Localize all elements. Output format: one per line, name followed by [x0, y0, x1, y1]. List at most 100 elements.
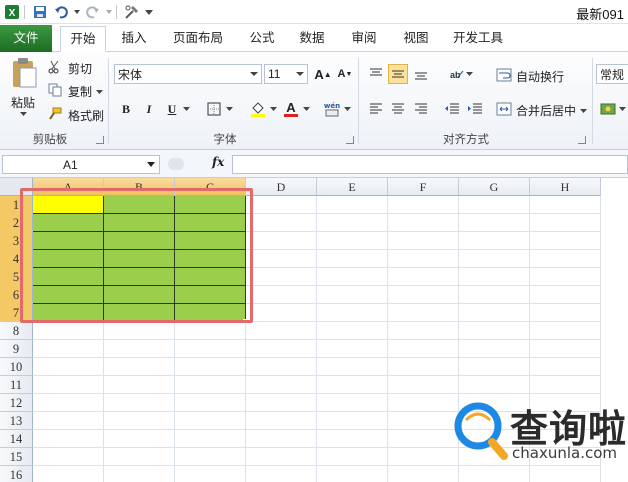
- cell-d16[interactable]: [246, 466, 317, 482]
- cell-c16[interactable]: [175, 466, 246, 482]
- row-header-7[interactable]: 7: [0, 304, 33, 322]
- grow-font-icon[interactable]: A ▲: [313, 64, 333, 84]
- cell-c14[interactable]: [175, 430, 246, 448]
- cell-h5[interactable]: [530, 268, 601, 286]
- cell-c11[interactable]: [175, 376, 246, 394]
- cell-b8[interactable]: [104, 322, 175, 340]
- cell-a16[interactable]: [33, 466, 104, 482]
- tab-view[interactable]: 视图: [394, 26, 438, 52]
- cell-d10[interactable]: [246, 358, 317, 376]
- undo-icon[interactable]: [52, 3, 70, 21]
- cell-c12[interactable]: [175, 394, 246, 412]
- merge-center-button[interactable]: 合并后居中: [496, 102, 588, 119]
- cell-a9[interactable]: [33, 340, 104, 358]
- row-header-12[interactable]: 12: [0, 394, 33, 412]
- align-middle-icon[interactable]: [388, 64, 408, 84]
- number-format-combo[interactable]: 常规: [596, 64, 628, 84]
- cell-f13[interactable]: [388, 412, 459, 430]
- wrap-text-button[interactable]: 自动换行: [496, 68, 564, 85]
- cell-f4[interactable]: [388, 250, 459, 268]
- row-header-3[interactable]: 3: [0, 232, 33, 250]
- cell-f1[interactable]: [388, 196, 459, 214]
- cell-a3[interactable]: [33, 232, 104, 250]
- column-header-g[interactable]: G: [459, 178, 530, 196]
- align-top-icon[interactable]: [366, 64, 386, 84]
- cell-d5[interactable]: [246, 268, 317, 286]
- cell-d6[interactable]: [246, 286, 317, 304]
- cell-a5[interactable]: [33, 268, 104, 286]
- cell-a14[interactable]: [33, 430, 104, 448]
- insert-function-button[interactable]: fx: [212, 155, 224, 169]
- name-box[interactable]: A1: [2, 155, 160, 174]
- cell-g5[interactable]: [459, 268, 530, 286]
- cell-e7[interactable]: [317, 304, 388, 322]
- cell-h3[interactable]: [530, 232, 601, 250]
- phonetic-dropdown-icon[interactable]: [344, 107, 351, 111]
- tab-data[interactable]: 数据: [290, 26, 334, 52]
- fill-color-dropdown-icon[interactable]: [270, 107, 277, 111]
- cell-e14[interactable]: [317, 430, 388, 448]
- redo-dropdown-icon[interactable]: [105, 3, 113, 21]
- cell-e13[interactable]: [317, 412, 388, 430]
- cell-g6[interactable]: [459, 286, 530, 304]
- orientation-dropdown-icon[interactable]: [466, 72, 473, 76]
- font-color-dropdown-icon[interactable]: [303, 107, 310, 111]
- cell-a10[interactable]: [33, 358, 104, 376]
- cell-c1[interactable]: [175, 196, 246, 214]
- cell-b13[interactable]: [104, 412, 175, 430]
- align-bottom-icon[interactable]: [411, 64, 431, 84]
- cell-d8[interactable]: [246, 322, 317, 340]
- cell-f5[interactable]: [388, 268, 459, 286]
- font-color-icon[interactable]: A: [281, 99, 301, 119]
- cell-c9[interactable]: [175, 340, 246, 358]
- tab-home[interactable]: 开始: [60, 26, 106, 52]
- alignment-launcher-icon[interactable]: [578, 136, 586, 144]
- format-painter-button[interactable]: 格式刷: [48, 107, 104, 124]
- cell-c7[interactable]: [175, 304, 246, 322]
- cell-f11[interactable]: [388, 376, 459, 394]
- cell-g11[interactable]: [459, 376, 530, 394]
- column-header-f[interactable]: F: [388, 178, 459, 196]
- cell-e11[interactable]: [317, 376, 388, 394]
- tab-review[interactable]: 审阅: [342, 26, 386, 52]
- cell-g7[interactable]: [459, 304, 530, 322]
- merge-dropdown-icon[interactable]: [580, 108, 588, 113]
- cell-g10[interactable]: [459, 358, 530, 376]
- cell-e6[interactable]: [317, 286, 388, 304]
- cell-d12[interactable]: [246, 394, 317, 412]
- tab-formulas[interactable]: 公式: [240, 26, 284, 52]
- cell-e9[interactable]: [317, 340, 388, 358]
- cell-f14[interactable]: [388, 430, 459, 448]
- cell-h1[interactable]: [530, 196, 601, 214]
- cell-d4[interactable]: [246, 250, 317, 268]
- cell-f3[interactable]: [388, 232, 459, 250]
- cell-b15[interactable]: [104, 448, 175, 466]
- cell-e10[interactable]: [317, 358, 388, 376]
- clipboard-launcher-icon[interactable]: [96, 136, 104, 144]
- cell-a7[interactable]: [33, 304, 104, 322]
- font-name-combo[interactable]: 宋体: [114, 64, 262, 84]
- cell-a11[interactable]: [33, 376, 104, 394]
- font-launcher-icon[interactable]: [346, 136, 354, 144]
- cell-e12[interactable]: [317, 394, 388, 412]
- cell-b12[interactable]: [104, 394, 175, 412]
- row-header-16[interactable]: 16: [0, 466, 33, 482]
- row-header-10[interactable]: 10: [0, 358, 33, 376]
- cell-c8[interactable]: [175, 322, 246, 340]
- cell-b7[interactable]: [104, 304, 175, 322]
- increase-indent-icon[interactable]: [465, 99, 485, 119]
- orientation-icon[interactable]: ab: [446, 64, 466, 84]
- customize-toolbar-icon[interactable]: [144, 3, 154, 21]
- tools-icon[interactable]: [123, 3, 141, 21]
- column-header-c[interactable]: C: [175, 178, 246, 196]
- column-header-e[interactable]: E: [317, 178, 388, 196]
- tab-insert[interactable]: 插入: [112, 26, 156, 52]
- cell-g4[interactable]: [459, 250, 530, 268]
- cell-g2[interactable]: [459, 214, 530, 232]
- align-left-icon[interactable]: [366, 99, 386, 119]
- cell-b1[interactable]: [104, 196, 175, 214]
- column-header-b[interactable]: B: [104, 178, 175, 196]
- cell-e4[interactable]: [317, 250, 388, 268]
- currency-dropdown-icon[interactable]: [619, 107, 626, 111]
- column-header-d[interactable]: D: [246, 178, 317, 196]
